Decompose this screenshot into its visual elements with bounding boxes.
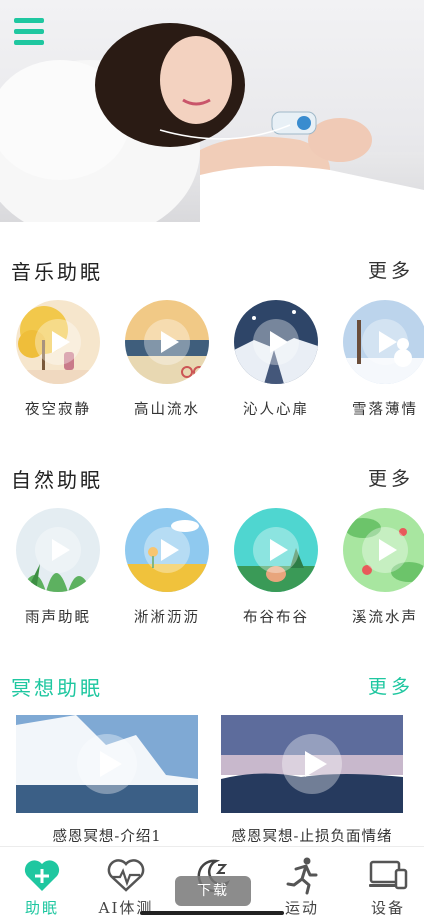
card-label: 沁人心扉 [243, 402, 309, 418]
hamburger-menu-icon[interactable] [12, 14, 46, 48]
meditation-card[interactable]: 感恩冥想-止损负面情绪 [221, 715, 403, 845]
nature-card[interactable]: 淅淅沥沥 [117, 508, 217, 627]
card-label: 淅淅沥沥 [134, 610, 200, 626]
music-section-header: 音乐助眠 更多 [0, 248, 424, 288]
tab-label: 设备 [370, 899, 405, 917]
device-icon [369, 860, 408, 890]
section-title: 音乐助眠 [11, 260, 103, 284]
card-label: 布谷布谷 [243, 610, 309, 626]
meditation-row: 感恩冥想-介绍1 感恩冥想-止损负面情绪 [0, 715, 424, 845]
carousel-dot[interactable] [219, 208, 224, 213]
play-icon[interactable] [144, 319, 190, 365]
music-row: 夜空寂静 高山流水 沁人心扉 雪落薄情 [0, 300, 424, 430]
running-icon [286, 857, 318, 895]
play-icon[interactable] [362, 527, 408, 573]
music-card[interactable]: 高山流水 [117, 300, 217, 419]
carousel-dots [208, 208, 235, 213]
carousel-dot[interactable] [230, 208, 235, 213]
heart-pulse-icon [107, 859, 145, 892]
card-label: 感恩冥想-止损负面情绪 [231, 829, 393, 845]
play-icon[interactable] [35, 527, 81, 573]
play-icon[interactable] [253, 527, 299, 573]
download-toast: 下载 [175, 876, 251, 906]
play-icon[interactable] [362, 319, 408, 365]
tab-sport[interactable]: 运动 [260, 847, 344, 917]
tab-ai-test[interactable]: AI体测 [84, 847, 168, 917]
hero-banner[interactable] [0, 0, 424, 222]
nature-section-header: 自然助眠 更多 [0, 456, 424, 496]
heart-plus-icon [24, 860, 60, 891]
tab-sleep-aid[interactable]: 助眠 [0, 847, 84, 917]
play-icon[interactable] [77, 734, 137, 794]
tab-label: 助眠 [24, 899, 59, 917]
music-card[interactable]: 夜空寂静 [8, 300, 108, 419]
card-label: 感恩冥想-介绍1 [52, 829, 162, 845]
nature-card[interactable]: 溪流水声 [335, 508, 424, 627]
carousel-dot[interactable] [208, 208, 213, 213]
play-icon[interactable] [253, 319, 299, 365]
more-link[interactable]: 更多 [368, 464, 414, 491]
card-label: 夜空寂静 [25, 402, 91, 418]
play-icon[interactable] [35, 319, 81, 365]
home-indicator[interactable] [140, 911, 284, 915]
more-link[interactable]: 更多 [368, 672, 414, 699]
card-label: 雨声助眠 [25, 610, 91, 626]
tab-device[interactable]: 设备 [346, 847, 424, 917]
nature-card[interactable]: 雨声助眠 [8, 508, 108, 627]
music-card[interactable]: 沁人心扉 [226, 300, 326, 419]
section-title: 冥想助眠 [11, 676, 103, 700]
card-label: 高山流水 [134, 402, 200, 418]
card-label: 溪流水声 [352, 610, 418, 626]
meditation-section-header: 冥想助眠 更多 [0, 664, 424, 704]
nature-card[interactable]: 布谷布谷 [226, 508, 326, 627]
meditation-card[interactable]: 感恩冥想-介绍1 [16, 715, 198, 845]
play-icon[interactable] [282, 734, 342, 794]
more-link[interactable]: 更多 [368, 256, 414, 283]
music-card[interactable]: 雪落薄情 [335, 300, 424, 419]
banner-photo [0, 23, 424, 222]
card-label: 雪落薄情 [352, 402, 418, 418]
section-title: 自然助眠 [11, 468, 103, 492]
nature-row: 雨声助眠 淅淅沥沥 布谷布谷 溪流水声 [0, 508, 424, 638]
play-icon[interactable] [144, 527, 190, 573]
